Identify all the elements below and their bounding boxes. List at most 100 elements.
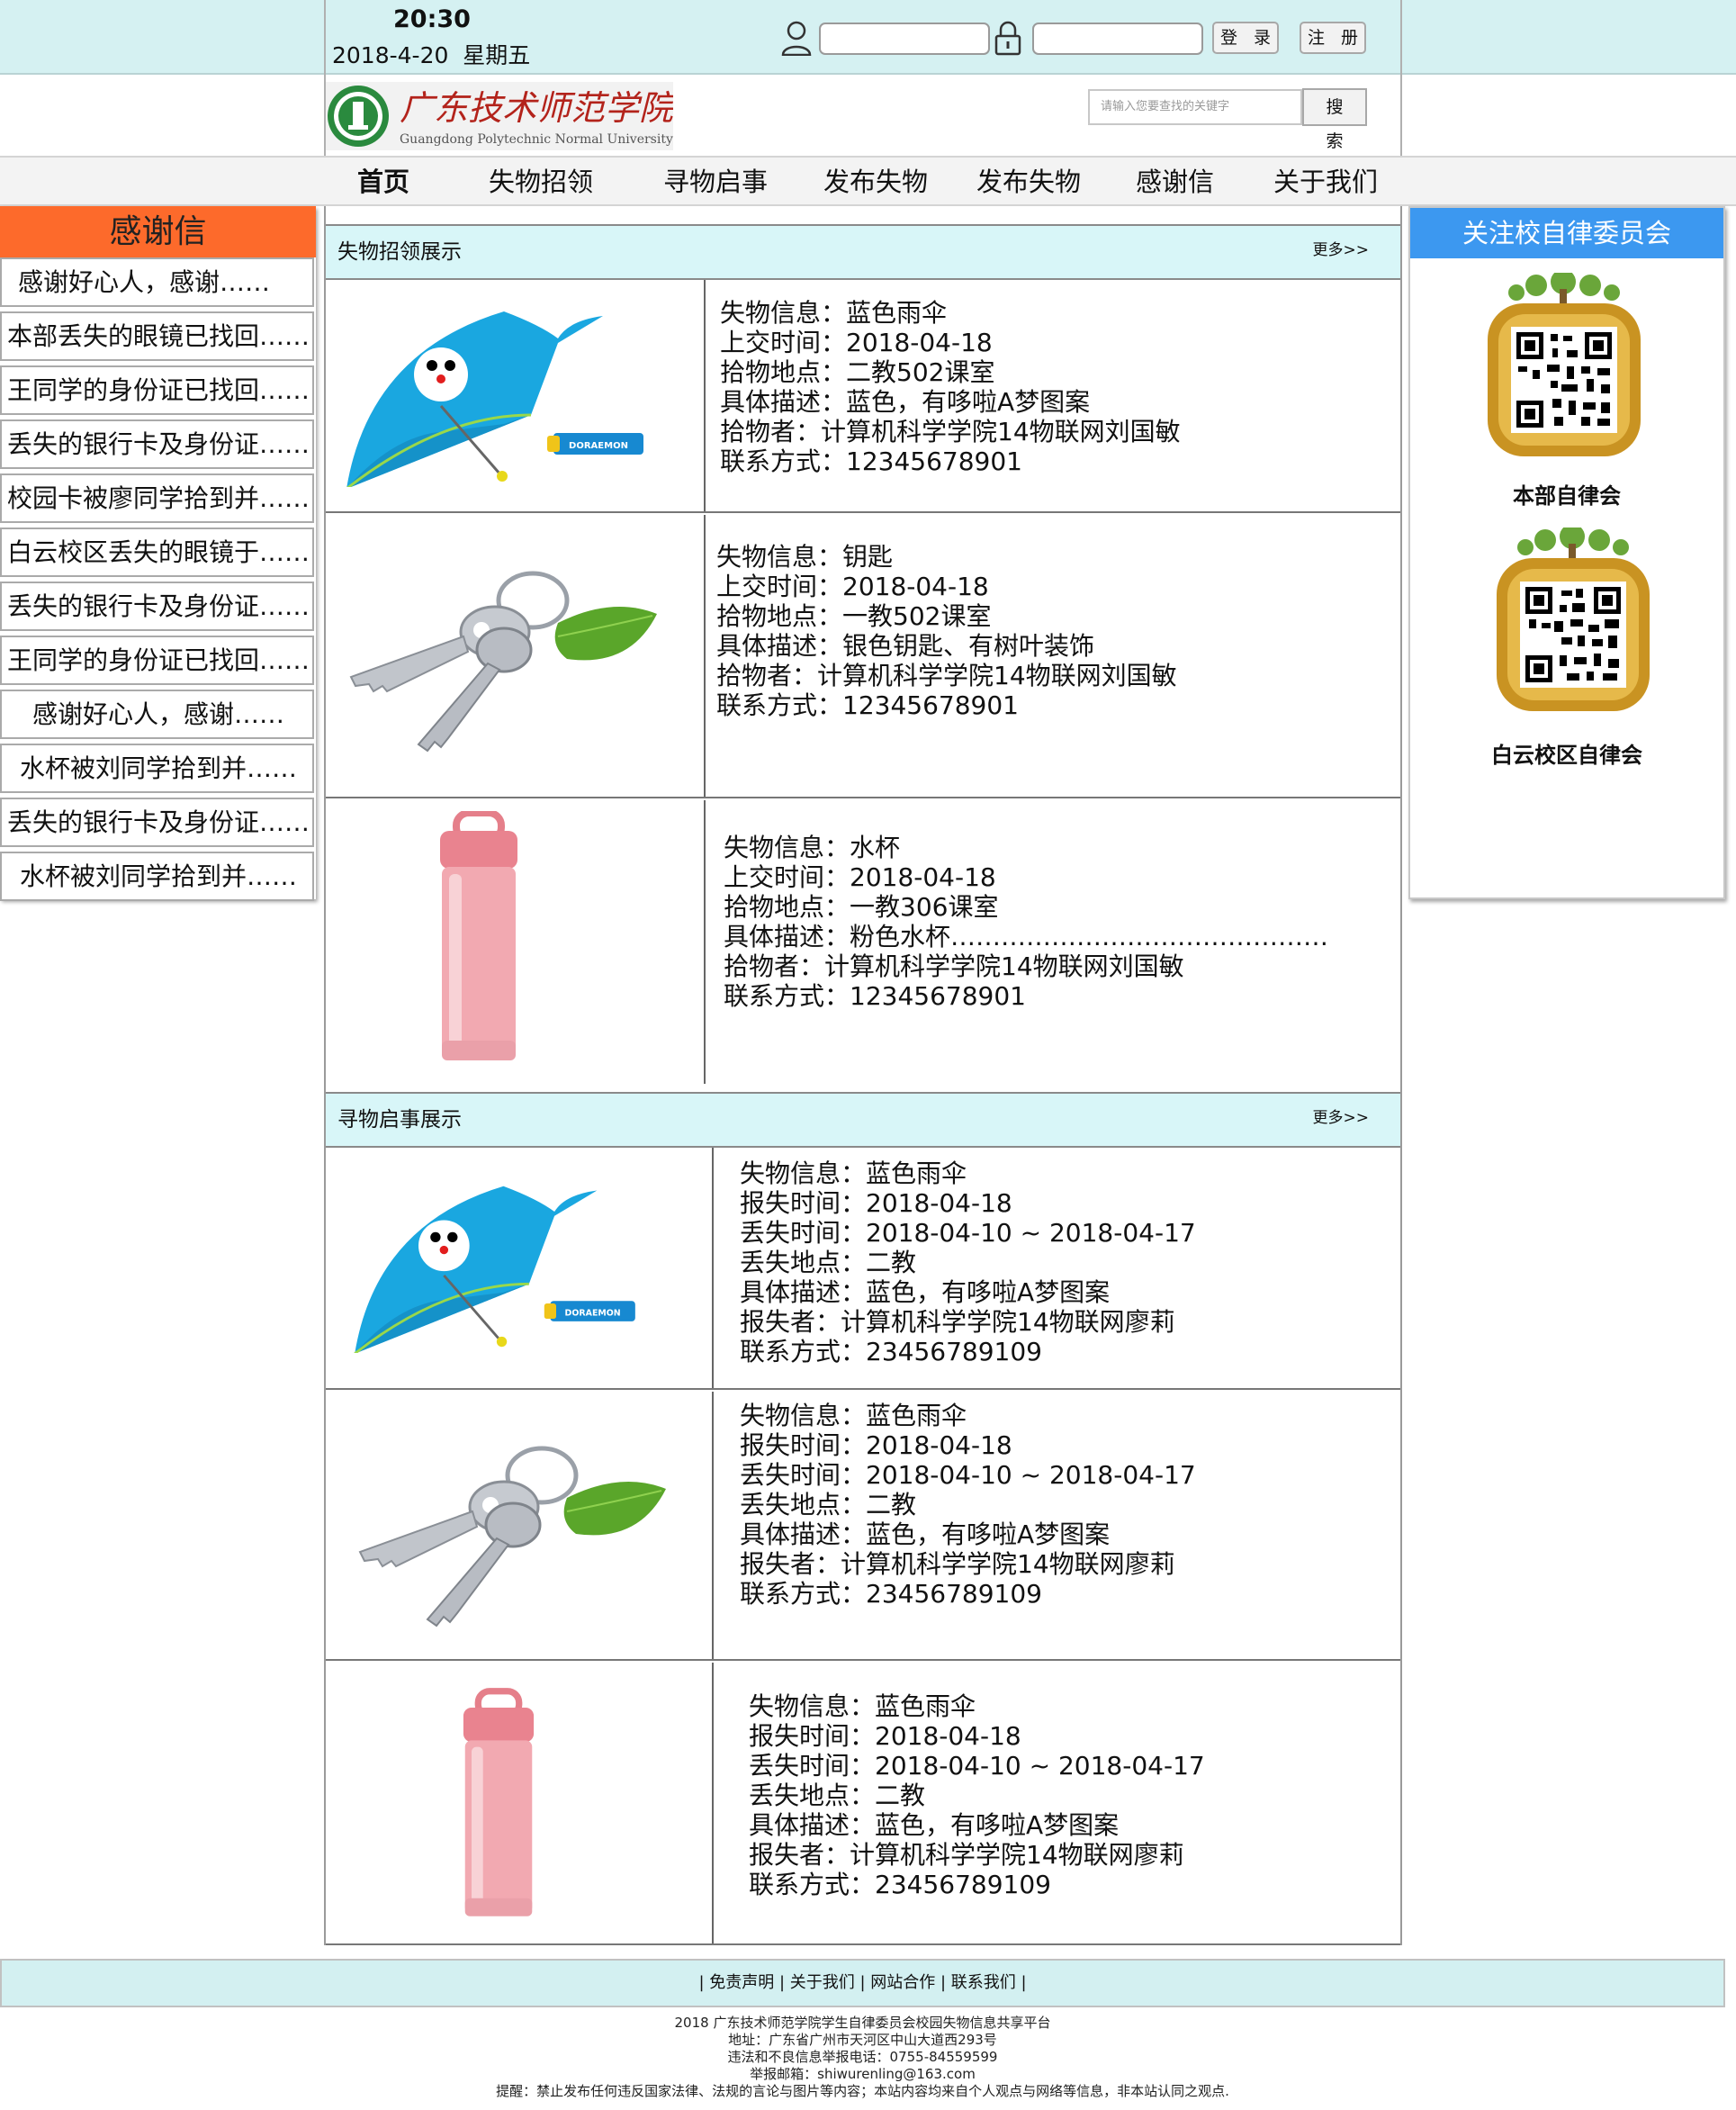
info-line: 具体描述：粉色水杯……………………………………… — [724, 922, 1329, 951]
info-line: 上交时间：2018-04-18 — [724, 862, 996, 892]
lost-card[interactable]: 失物信息：蓝色雨伞 报失时间：2018-04-18 丢失时间：2018-04-1… — [326, 1663, 1400, 1945]
weekday-text: 星期五 — [463, 42, 531, 68]
found-card-info: 失物信息：钥匙 上交时间：2018-04-18 拾物地点：一教502课室 具体描… — [716, 542, 1177, 720]
info-line: 联系方式：12345678901 — [724, 981, 1026, 1011]
keys-image — [358, 1446, 666, 1628]
found-more-link[interactable]: 更多>> — [1313, 226, 1370, 275]
info-line: 失物信息：蓝色雨伞 — [720, 298, 948, 328]
card-divider — [712, 1148, 714, 1388]
info-line: 丢失时间：2018-04-10 ~ 2018-04-17 — [749, 1751, 1205, 1781]
cup-image — [463, 1688, 535, 1916]
info-line: 联系方式：23456789109 — [749, 1870, 1051, 1899]
lost-more-link[interactable]: 更多>> — [1313, 1094, 1370, 1142]
thanks-title: 感谢信 — [0, 206, 316, 257]
info-line: 丢失时间：2018-04-10 ~ 2018-04-17 — [740, 1460, 1196, 1490]
search-input[interactable]: 请输入您要查找的关键字 — [1088, 89, 1302, 125]
found-card[interactable]: 失物信息：水杯 上交时间：2018-04-18 拾物地点：一教306课室 具体描… — [326, 800, 1400, 1084]
lost-card[interactable]: DORAEMON 失物信息：蓝色雨伞 报失时间：2018-04-18 丢失时间：… — [326, 1148, 1400, 1390]
found-section-header: 失物招领展示 更多>> — [326, 224, 1400, 280]
info-line: 失物信息：蓝色雨伞 — [740, 1401, 967, 1430]
lost-card-info: 失物信息：蓝色雨伞 报失时间：2018-04-18 丢失时间：2018-04-1… — [740, 1159, 1196, 1366]
user-icon — [781, 21, 812, 56]
site-header: 广东技术师范学院 Guangdong Polytechnic Normal Un… — [324, 75, 1402, 156]
info-line: 拾物者：计算机科学学院14物联网刘国敏 — [716, 661, 1177, 690]
card-divider — [704, 280, 706, 511]
lost-card[interactable]: 失物信息：蓝色雨伞 报失时间：2018-04-18 丢失时间：2018-04-1… — [326, 1392, 1400, 1661]
follow-panel: 关注校自律委员会 本部自律会 白云校区自律会 — [1408, 206, 1725, 899]
clock-time: 20:30 — [393, 5, 471, 33]
nav-publish-found[interactable]: 发布失物 — [823, 158, 928, 206]
main-nav: 首页 失物招领 寻物启事 发布失物 发布失物 感谢信 关于我们 — [0, 156, 1736, 206]
nav-about[interactable]: 关于我们 — [1273, 158, 1378, 206]
logo-en-text: Guangdong Polytechnic Normal University — [400, 132, 673, 147]
info-line: 具体描述：蓝色，有哆啦A梦图案 — [749, 1810, 1120, 1840]
nav-publish-lost[interactable]: 发布失物 — [976, 158, 1081, 206]
info-line: 拾物地点：一教306课室 — [724, 892, 999, 922]
university-logo[interactable]: 广东技术师范学院 Guangdong Polytechnic Normal Un… — [326, 82, 673, 150]
info-line: 上交时间：2018-04-18 — [716, 572, 989, 601]
register-button[interactable]: 注 册 — [1300, 22, 1366, 54]
thanks-item[interactable]: 感谢好心人，感谢…… — [0, 257, 314, 307]
found-card-info: 失物信息：水杯 上交时间：2018-04-18 拾物地点：一教306课室 具体描… — [724, 833, 1328, 1011]
info-line: 失物信息：钥匙 — [716, 542, 894, 572]
info-line: 拾物者：计算机科学学院14物联网刘国敏 — [720, 417, 1181, 446]
thanks-item[interactable]: 丢失的银行卡及身份证…… — [0, 419, 314, 469]
info-line: 报失时间：2018-04-18 — [740, 1430, 1012, 1460]
thanks-item[interactable]: 王同学的身份证已找回…… — [0, 636, 314, 685]
info-line: 具体描述：蓝色，有哆啦A梦图案 — [740, 1519, 1111, 1549]
info-line: 联系方式：12345678901 — [716, 690, 1019, 720]
follow-title: 关注校自律委员会 — [1410, 208, 1723, 258]
card-divider — [704, 800, 706, 1084]
logo-cn-text: 广东技术师范学院 — [400, 88, 673, 128]
info-line: 丢失时间：2018-04-10 ~ 2018-04-17 — [740, 1218, 1196, 1248]
umbrella-image: DORAEMON — [354, 1186, 635, 1353]
login-button[interactable]: 登 录 — [1212, 22, 1279, 54]
nav-home[interactable]: 首页 — [357, 158, 409, 206]
search-button[interactable]: 搜 索 — [1302, 88, 1367, 151]
info-line: 具体描述：蓝色，有哆啦A梦图案 — [720, 387, 1091, 417]
username-input[interactable] — [819, 23, 990, 55]
top-bar: 20:30 2018-4-20 星期五 登 录 注 册 — [0, 0, 1736, 75]
qr-code-main[interactable] — [1480, 273, 1648, 462]
password-input[interactable] — [1032, 23, 1203, 55]
info-line: 联系方式：23456789109 — [740, 1337, 1042, 1366]
top-bar-inner: 20:30 2018-4-20 星期五 登 录 注 册 — [324, 0, 1402, 75]
found-section-title: 失物招领展示 — [337, 240, 462, 264]
thanks-item[interactable]: 水杯被刘同学拾到并…… — [0, 744, 314, 793]
nav-found[interactable]: 失物招领 — [489, 158, 593, 206]
card-divider — [712, 1663, 714, 1943]
footer-links[interactable]: | 免责声明 | 关于我们 | 网站合作 | 联系我们 | — [0, 1959, 1725, 2007]
thanks-item[interactable]: 白云校区丢失的眼镜于…… — [0, 528, 314, 577]
thanks-panel: 感谢信 感谢好心人，感谢…… 本部丢失的眼镜已找回…… 王同学的身份证已找回……… — [0, 206, 316, 901]
info-line: 报失者：计算机科学学院14物联网廖莉 — [749, 1840, 1184, 1870]
thanks-item[interactable]: 王同学的身份证已找回…… — [0, 365, 314, 415]
date-text: 2018-4-20 — [332, 42, 449, 68]
card-divider — [704, 515, 706, 797]
found-card[interactable]: 失物信息：钥匙 上交时间：2018-04-18 拾物地点：一教502课室 具体描… — [326, 515, 1400, 798]
qr-label-main: 本部自律会 — [1513, 483, 1621, 509]
info-line: 拾物者：计算机科学学院14物联网刘国敏 — [724, 951, 1184, 981]
footer-line: 提醒：禁止发布任何违反国家法律、法规的言论与图片等内容；本站内容均来自个人观点与… — [496, 2083, 1229, 2099]
thanks-item[interactable]: 感谢好心人，感谢…… — [0, 690, 314, 739]
footer-line: 违法和不良信息举报电话：0755-84559599 — [727, 2049, 998, 2065]
main-content: 失物招领展示 更多>> DORAEMON 失物信息：蓝色雨伞 上交时间：2018… — [324, 206, 1402, 1945]
thanks-item[interactable]: 校园卡被廖同学拾到并…… — [0, 473, 314, 523]
info-line: 具体描述：银色钥匙、有树叶装饰 — [716, 631, 1095, 661]
thanks-item[interactable]: 丢失的银行卡及身份证…… — [0, 798, 314, 847]
footer-line: 举报邮箱：shiwurenling@163.com — [750, 2066, 976, 2082]
thanks-item[interactable]: 丢失的银行卡及身份证…… — [0, 582, 314, 631]
qr-code-baiyun[interactable] — [1489, 528, 1657, 717]
found-card[interactable]: DORAEMON 失物信息：蓝色雨伞 上交时间：2018-04-18 拾物地点：… — [326, 280, 1400, 513]
nav-lost[interactable]: 寻物启事 — [663, 158, 768, 206]
thanks-item[interactable]: 本部丢失的眼镜已找回…… — [0, 311, 314, 361]
svg-text:DORAEMON: DORAEMON — [569, 441, 628, 451]
thanks-item[interactable]: 水杯被刘同学拾到并…… — [0, 852, 314, 901]
nav-thanks[interactable]: 感谢信 — [1136, 158, 1214, 206]
info-line: 丢失地点：二教 — [740, 1490, 917, 1519]
info-line: 联系方式：12345678901 — [720, 446, 1022, 476]
umbrella-image: DORAEMON — [346, 311, 643, 487]
lost-card-info: 失物信息：蓝色雨伞 报失时间：2018-04-18 丢失时间：2018-04-1… — [749, 1691, 1205, 1899]
footer-line: 地址：广东省广州市天河区中山大道西293号 — [728, 2032, 997, 2048]
info-line: 丢失地点：二教 — [740, 1248, 917, 1277]
svg-text:DORAEMON: DORAEMON — [565, 1308, 621, 1318]
